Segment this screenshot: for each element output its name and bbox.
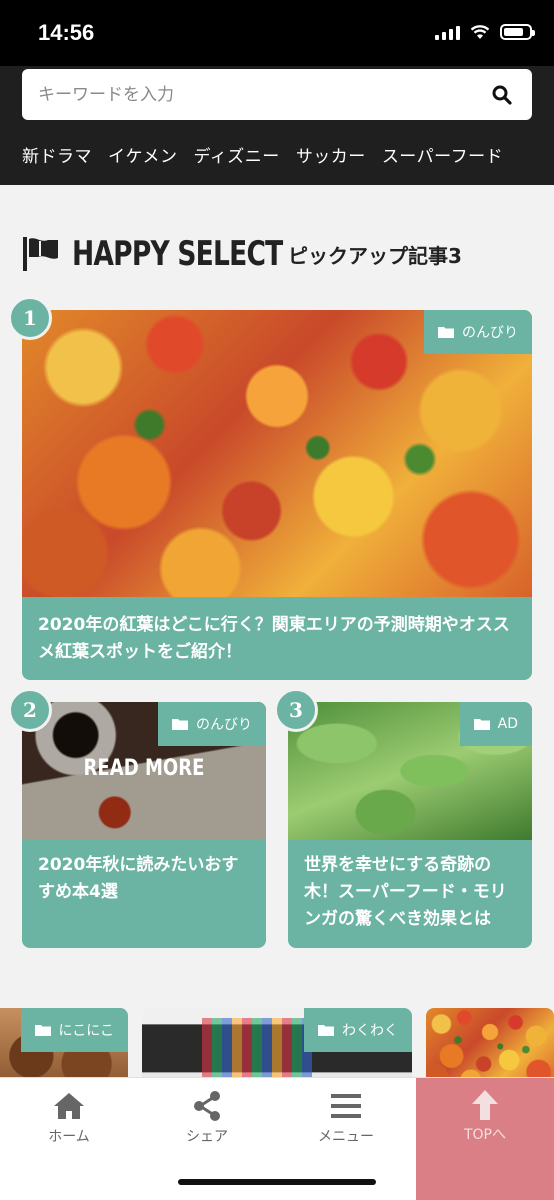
- category-badge[interactable]: のんびり: [158, 702, 266, 746]
- folder-icon: [473, 719, 490, 730]
- arrow-up-icon: [472, 1090, 498, 1120]
- tv-screen-image: [202, 1018, 312, 1078]
- folder-icon: [438, 327, 454, 338]
- strip-card-tv[interactable]: わくわく: [142, 1008, 412, 1088]
- category-badge[interactable]: AD: [459, 702, 532, 746]
- category-label: AD: [497, 716, 518, 732]
- keyword-tags: 新ドラマ イケメン ディズニー サッカー スーパーフード: [22, 142, 503, 167]
- tab-menu[interactable]: メニュー: [277, 1078, 415, 1158]
- home-icon: [54, 1093, 84, 1119]
- status-bar: 14:56: [0, 0, 554, 66]
- tag-link[interactable]: スーパーフード: [382, 142, 503, 167]
- folder-icon: [318, 1025, 334, 1036]
- section-subtitle: ピックアップ記事3: [288, 243, 462, 268]
- strip-card-autumn[interactable]: [426, 1008, 554, 1088]
- tab-home[interactable]: ホーム: [0, 1078, 138, 1158]
- share-icon: [194, 1091, 220, 1121]
- tag-link[interactable]: イケメン: [108, 142, 178, 167]
- read-more-overlay: READ MORE: [83, 756, 205, 781]
- search-icon[interactable]: [492, 85, 512, 105]
- rank-badge: 2: [8, 688, 52, 732]
- pickup-card-3[interactable]: AD 3 世界を幸せにする奇跡の木！スーパーフード・モリンガの驚くべき効果とは: [274, 688, 532, 948]
- tab-label: シェア: [186, 1129, 228, 1145]
- tab-label: メニュー: [318, 1129, 374, 1145]
- flag-icon: [23, 237, 58, 271]
- rank-badge: 3: [274, 688, 318, 732]
- card-title[interactable]: 世界を幸せにする奇跡の木！スーパーフード・モリンガの驚くべき効果とは: [304, 852, 518, 933]
- cellular-signal-icon: [435, 24, 460, 40]
- strip-card-chestnut[interactable]: にこにこ: [0, 1008, 128, 1088]
- tag-link[interactable]: ディズニー: [194, 142, 280, 167]
- category-badge[interactable]: にこにこ: [20, 1008, 128, 1052]
- category-label: わくわく: [342, 1023, 398, 1039]
- home-indicator: [178, 1179, 376, 1185]
- card-title[interactable]: 2020年秋に読みたいおすすめ本4選: [38, 852, 252, 906]
- status-icons: [435, 24, 535, 40]
- wifi-icon: [470, 25, 490, 39]
- tab-share[interactable]: シェア: [138, 1078, 276, 1158]
- back-to-top-button[interactable]: TOPへ: [416, 1078, 554, 1200]
- section-title: HAPPY SELECT: [72, 234, 283, 274]
- tag-link[interactable]: 新ドラマ: [22, 142, 92, 167]
- section-heading: HAPPY SELECT ピックアップ記事3: [20, 232, 462, 276]
- tag-link[interactable]: サッカー: [296, 142, 366, 167]
- category-label: のんびり: [462, 325, 518, 341]
- battery-icon: [500, 24, 535, 40]
- category-badge[interactable]: わくわく: [304, 1008, 412, 1052]
- pickup-card-1[interactable]: のんびり 1 2020年の紅葉はどこに行く？関東エリアの予測時期やオススメ紅葉ス…: [8, 296, 532, 680]
- category-badge[interactable]: のんびり: [424, 310, 532, 354]
- site-header: 新ドラマ イケメン ディズニー サッカー スーパーフード: [0, 66, 554, 185]
- folder-icon: [172, 719, 188, 730]
- search-input[interactable]: [38, 69, 478, 120]
- search-box: [22, 69, 532, 120]
- menu-icon: [331, 1094, 361, 1118]
- rank-badge: 1: [8, 296, 52, 340]
- pickup-card-2[interactable]: READ MORE のんびり 2 2020年秋に読みたいおすすめ本4選: [8, 688, 266, 948]
- tab-label: ホーム: [48, 1129, 90, 1145]
- status-time: 14:56: [38, 20, 95, 45]
- category-label: のんびり: [196, 717, 252, 733]
- card-title[interactable]: 2020年の紅葉はどこに行く？関東エリアの予測時期やオススメ紅葉スポットをご紹介…: [38, 612, 518, 666]
- folder-icon: [34, 1025, 51, 1036]
- tab-label: TOPへ: [463, 1127, 506, 1143]
- category-label: にこにこ: [58, 1023, 114, 1039]
